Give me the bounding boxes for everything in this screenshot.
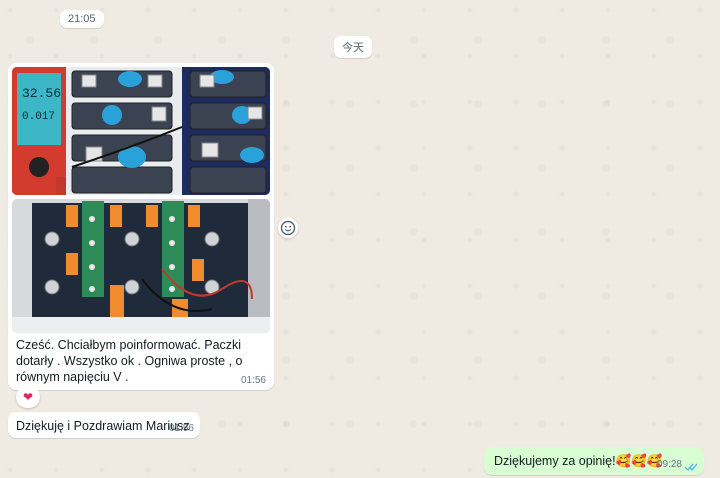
- message-time: 01:56: [240, 375, 266, 386]
- battery-pack-busbars-photo[interactable]: [12, 199, 270, 333]
- smiley-icon: [280, 220, 296, 236]
- battery-multimeter-photo[interactable]: 32.56 0.017: [12, 67, 270, 195]
- incoming-media-message[interactable]: 32.56 0.017 Cześć. Chciałbym poinformowa…: [8, 63, 274, 390]
- incoming-text-message[interactable]: Dziękuję i Pozdrawiam Mariusz 01:56: [8, 412, 200, 438]
- message-text: Dziękuję i Pozdrawiam Mariusz: [16, 419, 190, 433]
- date-divider-chip: 今天: [334, 36, 372, 58]
- double-check-read-icon: [684, 463, 698, 472]
- message-time: 09:28: [656, 459, 682, 470]
- meter-reading-top: 32.56: [22, 86, 61, 101]
- message-caption: Cześć. Chciałbym poinformować. Paczki do…: [16, 338, 243, 384]
- emoji-react-button[interactable]: [278, 218, 298, 238]
- message-text: Dziękujemy za opinię!🥰🥰🥰: [494, 454, 663, 468]
- time-chip: 21:05: [60, 10, 104, 28]
- message-time: 01:56: [168, 423, 194, 434]
- meter-reading-bottom: 0.017: [22, 111, 55, 123]
- heart-reaction-badge[interactable]: ❤: [16, 386, 40, 408]
- heart-icon: ❤: [22, 390, 34, 404]
- outgoing-text-message[interactable]: Dziękujemy za opinię!🥰🥰🥰 09:28: [484, 447, 704, 475]
